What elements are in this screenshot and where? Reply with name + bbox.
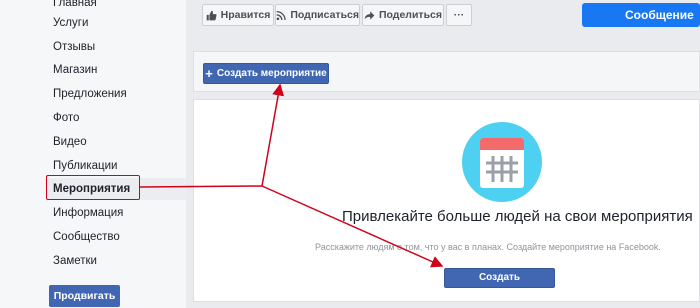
annotation-highlight-box xyxy=(46,175,140,200)
sidebar-item-notes[interactable]: Заметки xyxy=(46,250,186,272)
share-button[interactable]: Поделиться xyxy=(362,4,444,26)
sidebar-item-shop[interactable]: Магазин xyxy=(46,59,186,81)
share-arrow-icon xyxy=(364,10,375,20)
create-event-button[interactable]: + Создать мероприятие xyxy=(203,63,329,84)
share-label: Поделиться xyxy=(378,9,442,21)
more-dots-icon: ··· xyxy=(453,9,465,21)
sidebar-item-videos[interactable]: Видео xyxy=(46,131,186,153)
sidebar-item-photos[interactable]: Фото xyxy=(46,107,186,129)
sidebar-item-posts[interactable]: Публикации xyxy=(46,155,186,177)
events-headline: Привлекайте больше людей на свои меропри… xyxy=(342,208,693,225)
calendar-icon xyxy=(462,122,542,202)
sidebar-item-services[interactable]: Услуги xyxy=(46,12,186,34)
sidebar-item-community[interactable]: Сообщество xyxy=(46,226,186,248)
events-subtext: Расскажите людям о том, что у вас в план… xyxy=(315,242,661,252)
sidebar-item-offers[interactable]: Предложения xyxy=(46,83,186,105)
sidebar-item-about[interactable]: Информация xyxy=(46,202,186,224)
sidebar-item-reviews[interactable]: Отзывы xyxy=(46,36,186,58)
plus-icon: + xyxy=(205,65,213,81)
promote-button[interactable]: Продвигать xyxy=(49,285,120,307)
create-event-cta-button[interactable]: Создать мероприятие xyxy=(444,268,555,301)
rss-icon xyxy=(276,10,286,20)
like-button[interactable]: Нравится xyxy=(202,4,274,26)
thumbs-up-icon xyxy=(206,10,217,20)
message-button[interactable]: Сообщение xyxy=(582,3,700,27)
more-button[interactable]: ··· xyxy=(446,4,472,26)
sidebar: Главная Услуги Отзывы Магазин Предложени… xyxy=(0,0,186,308)
follow-button[interactable]: Подписаться xyxy=(275,4,360,26)
like-label: Нравится xyxy=(220,9,271,21)
create-event-label: Создать мероприятие xyxy=(216,68,327,79)
follow-label: Подписаться xyxy=(290,9,359,21)
